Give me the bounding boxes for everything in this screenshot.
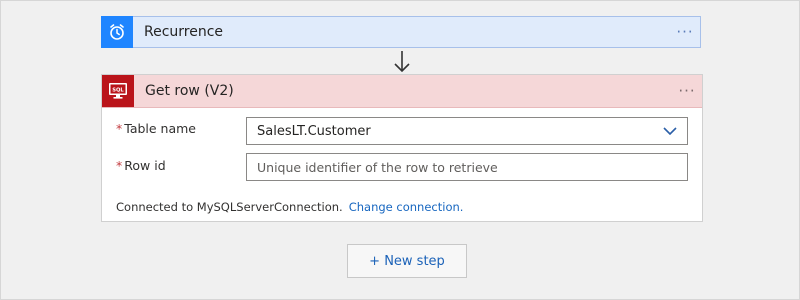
change-connection-link[interactable]: Change connection. [349,200,464,214]
table-name-row: * Table name [116,121,246,136]
recurrence-trigger-card[interactable]: Recurrence ··· [101,15,701,48]
row-id-label: * Row id [116,158,166,173]
new-step-button[interactable]: + New step [347,244,467,278]
connection-text: Connected to MySQLServerConnection. [116,200,343,214]
table-name-select[interactable]: SalesLT.Customer [246,117,688,145]
required-mark: * [116,121,123,136]
row-id-input[interactable] [246,153,688,181]
connection-info: Connected to MySQLServerConnection. Chang… [116,200,463,214]
svg-text:SQL: SQL [112,88,124,94]
trigger-title: Recurrence [144,24,224,40]
required-mark: * [116,158,123,173]
table-name-value: SalesLT.Customer [257,123,371,139]
sql-server-icon: SQL [102,75,134,107]
alarm-clock-icon [101,15,133,48]
chevron-down-icon[interactable] [653,127,687,135]
arrow-down-icon [394,51,410,73]
action-title: Get row (V2) [145,83,234,99]
table-name-label: * Table name [116,121,196,136]
trigger-more-options-button[interactable]: ··· [670,24,700,40]
get-row-action-card: SQL Get row (V2) ··· * Table name SalesLT… [101,74,703,222]
row-id-row: * Row id [116,158,246,173]
action-header[interactable]: SQL Get row (V2) ··· [102,75,702,108]
action-more-options-button[interactable]: ··· [672,83,702,99]
